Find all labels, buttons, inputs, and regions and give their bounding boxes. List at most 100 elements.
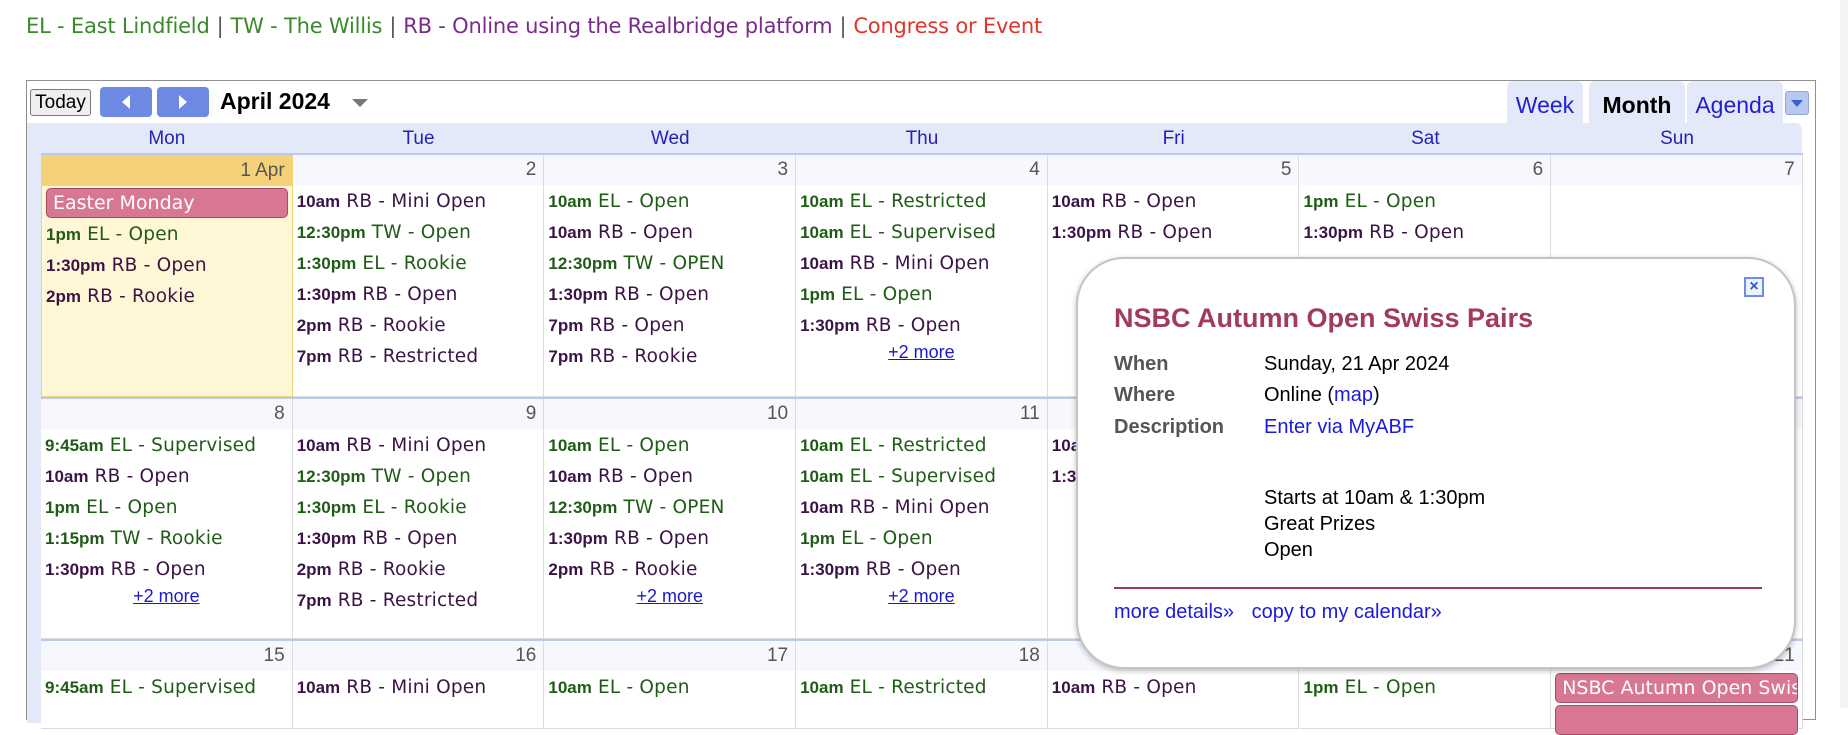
- all-day-event[interactable]: [1555, 705, 1798, 735]
- day-cell[interactable]: 15 9:45am EL - Supervised: [41, 641, 293, 729]
- calendar-event[interactable]: 1:30pm RB - Open: [46, 251, 288, 282]
- calendar-event[interactable]: 2pm RB - Rookie: [297, 555, 540, 586]
- event-time: 1:30pm: [548, 529, 608, 548]
- calendar-event[interactable]: 1:30pm EL - Rookie: [297, 493, 540, 524]
- day-cell[interactable]: 18 10am EL - Restricted: [796, 641, 1048, 729]
- calendar-event[interactable]: 10am EL - Open: [548, 187, 791, 218]
- day-number[interactable]: 3: [544, 155, 796, 185]
- day-cell[interactable]: 3 10am EL - Open 10am RB - Open 12:30pm TW …: [544, 155, 797, 397]
- calendar-event[interactable]: 12:30pm TW - OPEN: [548, 493, 791, 524]
- prev-month-button[interactable]: [100, 87, 152, 117]
- day-number[interactable]: 15: [41, 641, 292, 671]
- calendar-event[interactable]: 12:30pm TW - Open: [297, 218, 540, 249]
- calendar-event[interactable]: 2pm RB - Rookie: [548, 555, 791, 586]
- month-picker-dropdown-icon[interactable]: [352, 99, 368, 107]
- view-options-button[interactable]: [1785, 91, 1809, 115]
- tab-month[interactable]: Month: [1589, 81, 1685, 123]
- calendar-event[interactable]: 10am EL - Restricted: [800, 187, 1043, 218]
- page-scrollbar[interactable]: [1840, 0, 1848, 708]
- next-month-button[interactable]: [157, 87, 209, 117]
- calendar-event[interactable]: 2pm RB - Rookie: [46, 282, 288, 313]
- more-events-link[interactable]: +2 more: [548, 586, 791, 608]
- day-cell[interactable]: 9 10am RB - Mini Open 12:30pm TW - Open 1:3…: [292, 399, 545, 639]
- day-number[interactable]: 1 Apr: [42, 156, 292, 186]
- day-number[interactable]: 6: [1299, 155, 1551, 185]
- calendar-event[interactable]: 1pm EL - Open: [1304, 673, 1547, 704]
- more-events-link[interactable]: +2 more: [45, 586, 288, 608]
- calendar-event[interactable]: 9:45am EL - Supervised: [45, 673, 288, 704]
- more-events-link[interactable]: +2 more: [800, 586, 1043, 608]
- more-details-link[interactable]: more details»: [1114, 601, 1234, 623]
- calendar-event[interactable]: 12:30pm TW - Open: [297, 462, 540, 493]
- day-number[interactable]: 11: [796, 399, 1047, 429]
- calendar-event[interactable]: 10am RB - Mini Open: [297, 187, 540, 218]
- day-cell[interactable]: 16 10am RB - Mini Open: [292, 641, 545, 729]
- calendar-event[interactable]: 7pm RB - Open: [548, 311, 791, 342]
- calendar-event[interactable]: 1pm EL - Open: [800, 524, 1043, 555]
- calendar-event[interactable]: 10am RB - Open: [548, 218, 791, 249]
- day-number[interactable]: 7: [1551, 155, 1802, 185]
- day-cell[interactable]: 1 Apr Easter Monday 1pm EL - Open 1:30pm RB…: [41, 155, 293, 397]
- day-number[interactable]: 8: [41, 399, 292, 429]
- calendar-event[interactable]: 10am RB - Open: [45, 462, 288, 493]
- calendar-event[interactable]: 10am RB - Mini Open: [800, 493, 1043, 524]
- day-number[interactable]: 16: [292, 641, 544, 671]
- calendar-event[interactable]: 10am EL - Open: [548, 431, 791, 462]
- calendar-event[interactable]: 1pm EL - Open: [800, 280, 1043, 311]
- calendar-event[interactable]: 7pm RB - Restricted: [297, 342, 540, 373]
- calendar-event[interactable]: 1:30pm RB - Open: [45, 555, 288, 586]
- calendar-event[interactable]: 1:30pm RB - Open: [297, 280, 540, 311]
- calendar-event[interactable]: 10am RB - Mini Open: [297, 431, 540, 462]
- close-icon[interactable]: ×: [1744, 277, 1764, 297]
- today-button[interactable]: Today: [30, 89, 91, 116]
- day-number[interactable]: 18: [796, 641, 1047, 671]
- day-number[interactable]: 5: [1047, 155, 1299, 185]
- day-cell[interactable]: 2 10am RB - Mini Open 12:30pm TW - Open 1:3…: [292, 155, 545, 397]
- calendar-event[interactable]: 1pm EL - Open: [45, 493, 288, 524]
- day-cell[interactable]: 17 10am EL - Open: [544, 641, 797, 729]
- tab-week[interactable]: Week: [1507, 81, 1583, 123]
- calendar-event[interactable]: 1pm EL - Open: [1304, 187, 1547, 218]
- map-link[interactable]: map: [1334, 384, 1373, 406]
- calendar-event[interactable]: 1:30pm EL - Rookie: [297, 249, 540, 280]
- all-day-event[interactable]: Easter Monday: [46, 188, 288, 218]
- calendar-event[interactable]: 10am RB - Open: [1052, 187, 1295, 218]
- day-number[interactable]: 9: [292, 399, 544, 429]
- myabf-link[interactable]: Enter via MyABF: [1264, 416, 1414, 439]
- calendar-event[interactable]: 10am EL - Supervised: [800, 218, 1043, 249]
- calendar-event[interactable]: 10am EL - Open: [548, 673, 791, 704]
- calendar-event[interactable]: 1:30pm RB - Open: [548, 524, 791, 555]
- calendar-event[interactable]: 1:30pm RB - Open: [800, 311, 1043, 342]
- calendar-event[interactable]: 1:30pm RB - Open: [800, 555, 1043, 586]
- calendar-event[interactable]: 2pm RB - Rookie: [297, 311, 540, 342]
- calendar-event[interactable]: 10am RB - Open: [1052, 673, 1295, 704]
- calendar-event[interactable]: 9:45am EL - Supervised: [45, 431, 288, 462]
- calendar-event[interactable]: 10am EL - Restricted: [800, 431, 1043, 462]
- day-cell[interactable]: 11 10am EL - Restricted 10am EL - Supervis…: [796, 399, 1048, 639]
- day-number[interactable]: 17: [544, 641, 796, 671]
- tab-agenda[interactable]: Agenda: [1687, 81, 1783, 123]
- calendar-event[interactable]: 12:30pm TW - OPEN: [548, 249, 791, 280]
- all-day-event[interactable]: NSBC Autumn Open Swiss Pairs: [1555, 673, 1798, 703]
- day-cell[interactable]: 4 10am EL - Restricted 10am EL - Supervise…: [796, 155, 1048, 397]
- day-number[interactable]: 4: [796, 155, 1047, 185]
- more-events-link[interactable]: +2 more: [800, 342, 1043, 364]
- calendar-event[interactable]: 10am RB - Mini Open: [297, 673, 540, 704]
- calendar-event[interactable]: 1:30pm RB - Open: [548, 280, 791, 311]
- calendar-event[interactable]: 1:30pm RB - Open: [1052, 218, 1295, 249]
- calendar-event[interactable]: 10am EL - Supervised: [800, 462, 1043, 493]
- calendar-event[interactable]: 1:15pm TW - Rookie: [45, 524, 288, 555]
- calendar-event[interactable]: 7pm RB - Rookie: [548, 342, 791, 373]
- calendar-event[interactable]: 10am RB - Open: [548, 462, 791, 493]
- day-cell[interactable]: 8 9:45am EL - Supervised 10am RB - Open 1pm…: [41, 399, 293, 639]
- calendar-event[interactable]: 10am RB - Mini Open: [800, 249, 1043, 280]
- calendar-event[interactable]: 7pm RB - Restricted: [297, 586, 540, 617]
- calendar-event[interactable]: 1pm EL - Open: [46, 220, 288, 251]
- calendar-event[interactable]: 1:30pm RB - Open: [297, 524, 540, 555]
- day-number[interactable]: 2: [292, 155, 544, 185]
- day-cell[interactable]: 10 10am EL - Open 10am RB - Open 12:30pm TW…: [544, 399, 797, 639]
- copy-to-calendar-link[interactable]: copy to my calendar»: [1252, 601, 1442, 623]
- calendar-event[interactable]: 10am EL - Restricted: [800, 673, 1043, 704]
- calendar-event[interactable]: 1:30pm RB - Open: [1304, 218, 1547, 249]
- day-number[interactable]: 10: [544, 399, 796, 429]
